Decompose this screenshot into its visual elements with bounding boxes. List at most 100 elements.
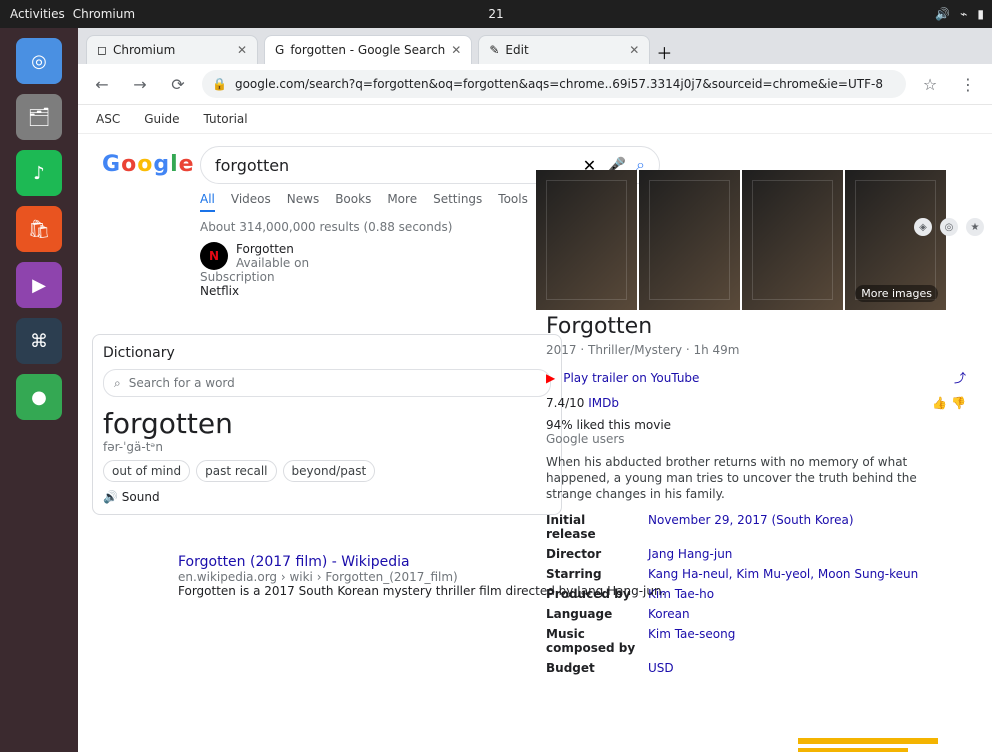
tab-label: forgotten - Google Search bbox=[290, 43, 446, 57]
kp-field-value[interactable]: Kim Tae-seong bbox=[648, 627, 966, 655]
filter-news[interactable]: News bbox=[287, 192, 319, 212]
bookmarks-bar: ASC Guide Tutorial bbox=[78, 105, 992, 134]
kp-field-value[interactable]: Korean bbox=[648, 607, 966, 621]
tab-google-search[interactable]: G forgotten - Google Search ✕ bbox=[264, 35, 473, 64]
kp-liked-source: Google users bbox=[546, 432, 625, 446]
software-icon[interactable]: 🛍 bbox=[16, 206, 62, 252]
results-count: About 314,000,000 results (0.88 seconds) bbox=[200, 220, 453, 234]
kp-field-label: Initial release bbox=[546, 512, 596, 541]
wikipedia-snippet: Forgotten is a 2017 South Korean mystery… bbox=[178, 584, 666, 598]
netflix-availability: Available on bbox=[236, 256, 310, 270]
netflix-logo-icon: N bbox=[200, 242, 228, 270]
clock: 21 bbox=[488, 7, 504, 21]
address-bar[interactable]: 🔒 google.com/search?q=forgotten&oq=forgo… bbox=[202, 70, 906, 98]
back-icon[interactable]: ← bbox=[88, 70, 116, 98]
bookmark-guide[interactable]: Guide bbox=[138, 110, 185, 128]
share-icon[interactable]: ⤴ bbox=[954, 369, 966, 386]
search-icon: ⌕ bbox=[114, 375, 121, 390]
menu-icon[interactable]: ⋮ bbox=[954, 70, 982, 98]
kp-image[interactable] bbox=[536, 170, 637, 310]
dictionary-chip[interactable]: beyond/past bbox=[282, 460, 376, 482]
chrome-icon[interactable]: ● bbox=[16, 374, 62, 420]
wikipedia-item[interactable]: Forgotten (2017 film) - Wikipedia en.wik… bbox=[178, 554, 698, 598]
netflix-text: Forgotten Available on bbox=[236, 242, 309, 270]
bookmark-asc[interactable]: ASC bbox=[90, 110, 126, 128]
dictionary-phonetic: fər-ˈgä-tᵊn bbox=[103, 440, 164, 454]
dictionary-title: Dictionary bbox=[103, 345, 175, 361]
kp-title: Forgotten bbox=[546, 314, 653, 339]
speaker-icon[interactable]: 🔊 bbox=[935, 7, 950, 21]
top-bar-center: 21 bbox=[488, 7, 503, 21]
top-bar: Activities Chromium 21 🔊 ⌁ ▮ bbox=[0, 0, 992, 28]
dictionary-search[interactable]: ⌕ Search for a word bbox=[103, 369, 551, 397]
top-bar-left: Activities Chromium bbox=[0, 7, 135, 21]
dictionary-chips: out of mind past recall beyond/past bbox=[103, 460, 551, 482]
kp-rating-source[interactable]: IMDb bbox=[588, 396, 619, 410]
tab-label: Chromium bbox=[112, 43, 176, 57]
extension-icon[interactable]: ◈ bbox=[914, 218, 932, 236]
star-icon[interactable]: ☆ bbox=[916, 70, 944, 98]
close-icon[interactable]: ✕ bbox=[629, 43, 639, 57]
tab-label: Edit bbox=[505, 43, 529, 57]
wikipedia-result[interactable]: Forgotten (2017 film) - Wikipedia en.wik… bbox=[178, 554, 698, 608]
kp-image[interactable] bbox=[639, 170, 740, 310]
dictionary-audio[interactable]: 🔊 Sound bbox=[103, 490, 551, 504]
browser-window: ◻ Chromium ✕ G forgotten - Google Search… bbox=[78, 28, 992, 752]
tab-chromium[interactable]: ◻ Chromium ✕ bbox=[86, 35, 258, 64]
dictionary-audio-label: Sound bbox=[121, 490, 160, 504]
kp-field-value[interactable]: USD bbox=[648, 661, 966, 675]
kp-field-value[interactable]: November 29, 2017 (South Korea) bbox=[648, 513, 966, 541]
kp-field-label: Music composed by bbox=[546, 626, 636, 655]
lock-icon: 🔒 bbox=[212, 77, 227, 91]
dock: ◎ 🗂 ♪ 🛍 ▶ ⌘ ● bbox=[0, 28, 79, 752]
browser-extensions: ◈ ◎ ★ bbox=[914, 218, 984, 236]
netflix-title: Forgotten bbox=[236, 242, 294, 256]
filter-settings[interactable]: Settings bbox=[433, 192, 482, 212]
dictionary-chip[interactable]: out of mind bbox=[103, 460, 191, 482]
filter-videos[interactable]: Videos bbox=[231, 192, 271, 212]
more-images-button[interactable]: More images bbox=[855, 285, 938, 302]
terminal-icon[interactable]: ⌘ bbox=[16, 318, 62, 364]
tab-edit[interactable]: ✎ Edit ✕ bbox=[478, 35, 651, 64]
filter-more[interactable]: More bbox=[387, 192, 417, 212]
kp-trailer[interactable]: ▶ Play trailer on YouTube ⤴ bbox=[546, 369, 966, 386]
netflix-source: Netflix bbox=[200, 284, 240, 298]
extension-icon[interactable]: ◎ bbox=[940, 218, 958, 236]
bookmark-tutorial[interactable]: Tutorial bbox=[197, 110, 253, 128]
video-icon[interactable]: ▶ bbox=[16, 262, 62, 308]
chromium-icon[interactable]: ◎ bbox=[16, 38, 62, 84]
kp-image[interactable] bbox=[742, 170, 843, 310]
close-icon[interactable]: ✕ bbox=[237, 43, 247, 57]
rating-bar bbox=[798, 738, 938, 744]
tab-favicon-icon: ◻ bbox=[97, 43, 107, 57]
kp-liked: 94% liked this movie bbox=[546, 418, 672, 432]
knowledge-panel-images[interactable]: More images bbox=[536, 170, 946, 310]
network-icon[interactable]: ⌁ bbox=[960, 7, 967, 21]
thumbs-down-icon[interactable]: 👎 bbox=[951, 396, 966, 410]
thumbs-up-icon[interactable]: 👍 bbox=[932, 396, 947, 410]
new-tab-button[interactable]: ＋ bbox=[656, 40, 672, 64]
tab-strip: ◻ Chromium ✕ G forgotten - Google Search… bbox=[78, 28, 992, 64]
youtube-icon: ▶ bbox=[546, 370, 556, 385]
google-logo[interactable]: Google bbox=[102, 152, 195, 177]
search-filters: All Videos News Books More Settings Tool… bbox=[200, 192, 528, 212]
kp-rating: 7.4/10 IMDb 👍 👎 bbox=[546, 396, 966, 410]
netflix-result[interactable]: N Forgotten Available on Subscription Ne… bbox=[200, 242, 560, 298]
kp-field-label: Language bbox=[546, 606, 613, 621]
close-icon[interactable]: ✕ bbox=[451, 43, 461, 57]
battery-icon[interactable]: ▮ bbox=[977, 7, 984, 21]
filter-all[interactable]: All bbox=[200, 192, 215, 212]
music-icon[interactable]: ♪ bbox=[16, 150, 62, 196]
rating-bar bbox=[798, 748, 908, 752]
dictionary-chip[interactable]: past recall bbox=[196, 460, 277, 482]
files-icon[interactable]: 🗂 bbox=[16, 94, 62, 140]
activities-button[interactable]: Activities bbox=[10, 7, 65, 21]
wikipedia-title[interactable]: Forgotten (2017 film) - Wikipedia bbox=[178, 554, 698, 570]
reload-icon[interactable]: ⟳ bbox=[164, 70, 192, 98]
filter-tools[interactable]: Tools bbox=[498, 192, 528, 212]
speaker-icon[interactable]: 🔊 bbox=[103, 490, 118, 504]
extension-icon[interactable]: ★ bbox=[966, 218, 984, 236]
search-query: forgotten bbox=[215, 155, 290, 175]
forward-icon[interactable]: → bbox=[126, 70, 154, 98]
filter-books[interactable]: Books bbox=[335, 192, 371, 212]
